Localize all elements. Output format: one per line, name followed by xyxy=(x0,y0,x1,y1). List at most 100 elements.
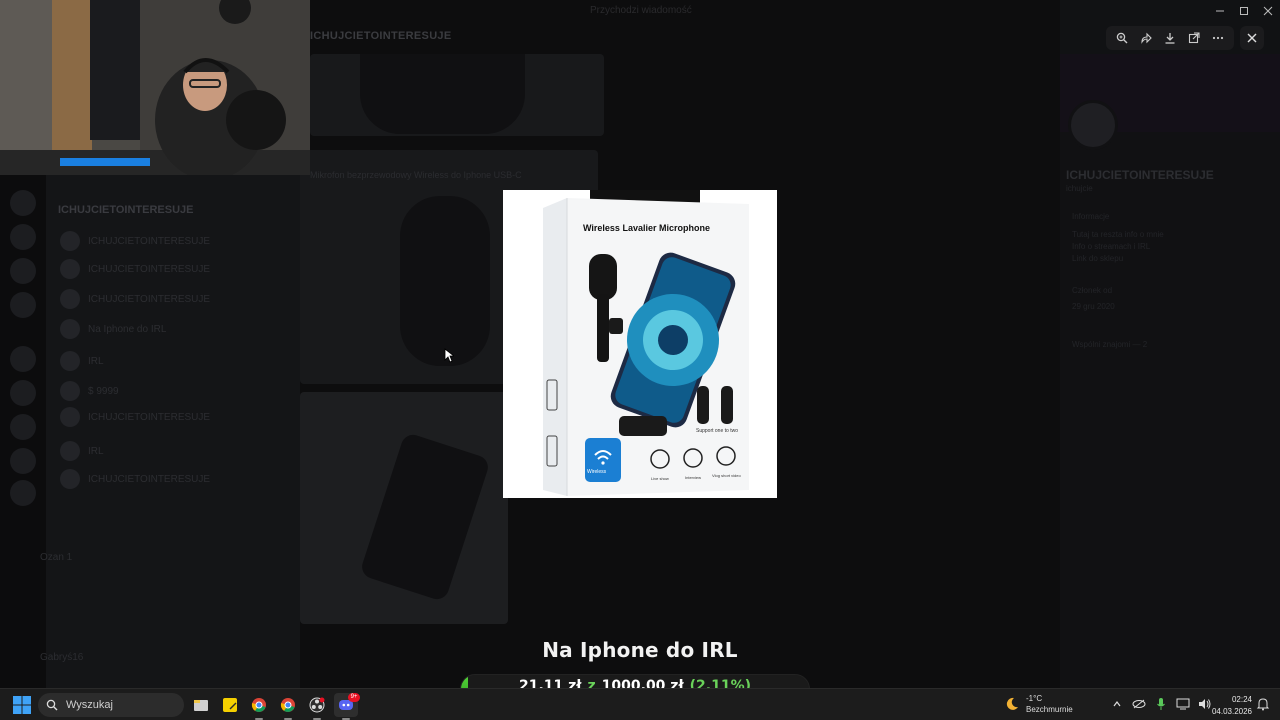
weather-temperature: -1°C xyxy=(1026,694,1043,703)
message-attachment[interactable] xyxy=(310,54,604,136)
attachment-preview xyxy=(400,196,490,366)
channel-item-label: ICHUJCIETOINTERESUJE xyxy=(88,411,211,423)
profile-about-line: Info o streamach i IRL xyxy=(1072,242,1151,251)
attachment-preview xyxy=(360,54,525,134)
channel-item-label: IRL xyxy=(88,355,104,367)
avatar xyxy=(60,231,80,251)
weather-description: Bezchmurnie xyxy=(1026,705,1073,714)
taskbar-clock[interactable]: 02:24 04.03.2026 xyxy=(1206,694,1252,718)
microphone-icon xyxy=(1157,698,1165,710)
server-icon[interactable] xyxy=(10,480,36,506)
member-since-label: Członek od xyxy=(1072,286,1113,295)
icon-label: Vlog short video xyxy=(712,473,741,478)
channel-item[interactable]: IRL xyxy=(60,440,280,462)
channel-item[interactable]: ICHUJCIETOINTERESUJE xyxy=(60,288,280,310)
profile-about-line: Tutaj ta reszta info o mnie xyxy=(1072,230,1164,239)
download-icon xyxy=(1165,33,1175,44)
server-icon[interactable] xyxy=(10,448,36,474)
tray-app-button[interactable] xyxy=(1132,697,1146,711)
avatar xyxy=(60,381,80,401)
maximize-button[interactable] xyxy=(1232,0,1256,22)
clock-time: 02:24 xyxy=(1231,695,1252,704)
product-box-illustration xyxy=(503,190,777,498)
channel-item[interactable]: ICHUJCIETOINTERESUJE xyxy=(60,230,280,252)
taskbar-search[interactable]: Wyszukaj xyxy=(38,693,184,717)
minimize-icon xyxy=(1216,10,1224,12)
taskbar-app-sticky-notes[interactable] xyxy=(218,693,242,717)
server-icon[interactable] xyxy=(10,414,36,440)
avatar xyxy=(60,441,80,461)
taskbar-app-discord[interactable]: 9+ xyxy=(334,693,360,720)
channel-item[interactable]: $ 9999 xyxy=(60,380,280,402)
profile-handle: ichujcie xyxy=(1066,184,1093,193)
chrome-profile-icon xyxy=(280,698,295,712)
show-hidden-icons-button[interactable] xyxy=(1110,697,1124,711)
close-window-button[interactable] xyxy=(1256,0,1280,22)
network-icon xyxy=(1176,698,1190,710)
webcam-feed xyxy=(0,0,310,175)
close-icon xyxy=(1247,33,1257,43)
avatar xyxy=(60,319,80,339)
avatar xyxy=(60,289,80,309)
minimize-button[interactable] xyxy=(1208,0,1232,22)
channel-item[interactable]: ICHUJCIETOINTERESUJE xyxy=(60,258,280,280)
server-icon[interactable] xyxy=(10,224,36,250)
icon-label: Interview xyxy=(685,475,702,480)
server-icon[interactable] xyxy=(10,292,36,318)
channel-item[interactable]: ICHUJCIETOINTERESUJE xyxy=(60,406,280,428)
goal-title: Na Iphone do IRL xyxy=(542,638,738,662)
maximize-icon xyxy=(1240,7,1248,15)
channel-item[interactable]: IRL xyxy=(60,350,280,372)
channel-item-label: ICHUJCIETOINTERESUJE xyxy=(88,235,211,247)
weather-widget[interactable]: -1°C Bezchmurnie xyxy=(1004,693,1073,715)
notification-center-button[interactable] xyxy=(1256,697,1270,711)
product-image[interactable]: Wireless Lavalier Microphone Wireless Su… xyxy=(503,190,777,498)
more-button[interactable] xyxy=(1210,30,1226,46)
channel-item-label: Na Iphone do IRL xyxy=(88,323,167,335)
wireless-badge: Wireless xyxy=(587,469,607,475)
open-external-icon xyxy=(1188,32,1200,44)
network-tray-button[interactable] xyxy=(1176,697,1190,711)
close-icon xyxy=(1263,6,1273,16)
support-text: Support one to two xyxy=(696,428,738,434)
profile-avatar[interactable] xyxy=(1068,100,1118,150)
avatar xyxy=(60,407,80,427)
channel-item-label: ICHUJCIETOINTERESUJE xyxy=(88,293,211,305)
start-button[interactable] xyxy=(12,695,32,715)
mouse-cursor xyxy=(444,348,454,363)
taskbar-app-obs[interactable] xyxy=(305,693,329,720)
channel-item[interactable]: Na Iphone do IRL xyxy=(60,318,280,340)
profile-name: ICHUJCIETOINTERESUJE xyxy=(1066,168,1214,182)
channel-item[interactable]: ICHUJCIETOINTERESUJE xyxy=(60,468,280,490)
icon-label: Live show xyxy=(651,476,669,481)
chrome-icon xyxy=(251,698,266,712)
close-viewer-button[interactable] xyxy=(1240,26,1264,50)
taskbar: Wyszukaj 9+ -1°C Bezchmurnie 02:24 04.03… xyxy=(0,688,1280,720)
forward-button[interactable] xyxy=(1138,30,1154,46)
taskbar-app-file-explorer[interactable] xyxy=(189,693,213,717)
channel-item-label: ICHUJCIETOINTERESUJE xyxy=(88,473,211,485)
window-title: Przychodzi wiadomość xyxy=(590,5,692,16)
zoom-in-button[interactable] xyxy=(1114,30,1130,46)
file-explorer-icon xyxy=(194,700,208,711)
mutual-friends-link[interactable]: Wspólni znajomi — 2 xyxy=(1072,340,1147,349)
server-icon[interactable] xyxy=(10,380,36,406)
open-external-button[interactable] xyxy=(1186,30,1202,46)
chevron-up-icon xyxy=(1113,701,1121,707)
message-caption: Mikrofon bezprzewodowy Wireless do Iphon… xyxy=(310,170,522,180)
taskbar-app-chrome-profile[interactable] xyxy=(276,693,300,720)
more-icon xyxy=(1212,36,1224,40)
member-since-date: 29 gru 2020 xyxy=(1072,302,1115,311)
channel-item-label: $ 9999 xyxy=(88,385,119,397)
server-icon[interactable] xyxy=(10,346,36,372)
taskbar-app-chrome[interactable] xyxy=(247,693,271,720)
download-button[interactable] xyxy=(1162,30,1178,46)
server-icon[interactable] xyxy=(10,190,36,216)
voice-channel-label: Ozan 1 xyxy=(40,552,73,563)
forward-icon xyxy=(1141,32,1152,44)
attachment-preview xyxy=(359,431,491,603)
message-attachment[interactable] xyxy=(300,392,508,624)
search-icon xyxy=(46,699,58,711)
server-icon[interactable] xyxy=(10,258,36,284)
microphone-tray-button[interactable] xyxy=(1154,697,1168,711)
